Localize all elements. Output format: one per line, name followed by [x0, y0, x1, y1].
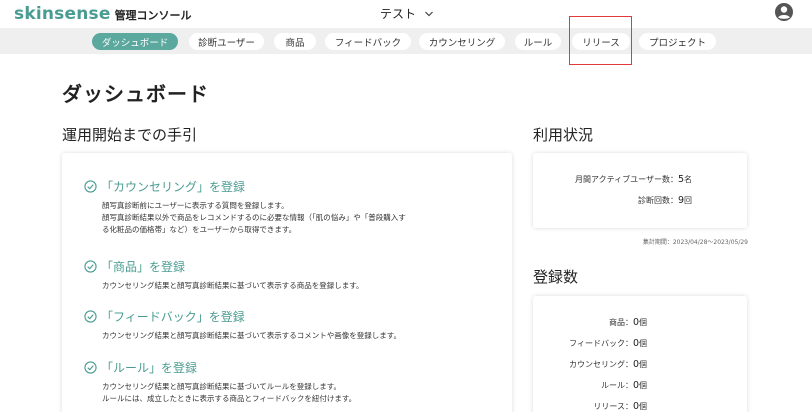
usage-card: 月間アクティブユーザー数： 5 名 診断回数： 9 回 — [533, 153, 747, 228]
guide-step: 「商品」を登録 カウンセリング結果と顔写真診断結果に基づいて表示する商品を登録し… — [84, 258, 502, 292]
registration-unit: 個 — [639, 360, 647, 369]
step-description-line: ルールには、成立したときに表示する商品とフィードバックを紐付けます。 — [102, 394, 357, 403]
step-description-line: カウンセリング結果と顔写真診断結果に基づいてルールを登録します。 — [102, 382, 342, 391]
step-description: 顔写真診断前にユーザーに表示する質問を登録します。 顔写真診断結果以外で商品をレ… — [102, 200, 502, 236]
mau-label: 月間アクティブユーザー数： — [574, 175, 678, 184]
step-link[interactable]: 「商品」を登録 — [84, 258, 502, 275]
step-title[interactable]: 「フィードバック」を登録 — [101, 308, 245, 325]
step-description-line: る化粧品の価格帯」など）をユーザーから取得できます。 — [102, 225, 297, 234]
registration-label: 商品： — [608, 318, 633, 327]
registration-unit: 個 — [639, 318, 647, 327]
registrations-card: 商品： 0 個 フィードバック： 0 個 カウンセリング： 0 個 ルール： 0… — [533, 296, 747, 412]
registration-unit: 個 — [639, 339, 647, 348]
step-link[interactable]: 「フィードバック」を登録 — [84, 308, 502, 325]
step-link[interactable]: 「ルール」を登録 — [84, 359, 502, 376]
guide-heading: 運用開始までの手引 — [62, 126, 198, 144]
registration-label: リリース： — [593, 402, 633, 411]
registration-unit: 個 — [639, 381, 647, 390]
mau-unit: 名 — [684, 175, 692, 184]
check-circle-icon — [84, 310, 97, 323]
tab-counseling[interactable]: カウンセリング — [419, 33, 505, 50]
tab-rules[interactable]: ルール — [515, 33, 561, 50]
tab-products[interactable]: 商品 — [274, 33, 316, 50]
step-title[interactable]: 「カウンセリング」を登録 — [101, 178, 245, 195]
registration-row: ルール： 0 個 — [601, 380, 647, 391]
check-circle-icon — [84, 180, 97, 193]
registration-row: 商品： 0 個 — [609, 317, 647, 328]
registration-row: フィードバック： 0 個 — [569, 338, 647, 349]
annotation-highlight-box — [569, 16, 632, 65]
chevron-down-icon[interactable] — [424, 9, 434, 19]
registration-row: カウンセリング： 0 個 — [569, 359, 647, 370]
aggregation-period: 集計期間：2023/04/28〜2023/05/29 — [642, 239, 748, 246]
tab-dashboard[interactable]: ダッシュボード — [92, 33, 178, 50]
registrations-heading: 登録数 — [533, 268, 579, 286]
check-circle-icon — [84, 361, 97, 374]
step-description: カウンセリング結果と顔写真診断結果に基づいて表示する商品を登録します。 — [102, 280, 502, 292]
registration-row: リリース： 0 個 — [593, 401, 647, 412]
brand[interactable]: skinsense 管理コンソール — [14, 4, 192, 24]
registration-label: フィードバック： — [569, 339, 633, 348]
tab-diagnosis-users[interactable]: 診断ユーザー — [189, 33, 264, 50]
step-title[interactable]: 「ルール」を登録 — [101, 359, 197, 376]
registration-unit: 個 — [639, 402, 647, 411]
usage-heading: 利用状況 — [533, 126, 594, 144]
step-description-line: 顔写真診断前にユーザーに表示する質問を登録します。 — [102, 201, 289, 210]
user-account-icon[interactable] — [774, 2, 794, 22]
step-description-line: カウンセリング結果と顔写真診断結果に基づいて表示するコメントや画像を登録します。 — [102, 331, 402, 340]
nav-bar: ダッシュボード 診断ユーザー 商品 フィードバック カウンセリング ルール リリ… — [0, 28, 812, 54]
diagnosis-count-unit: 回 — [684, 196, 692, 205]
step-description: カウンセリング結果と顔写真診断結果に基づいて表示するコメントや画像を登録します。 — [102, 330, 502, 342]
guide-step: 「フィードバック」を登録 カウンセリング結果と顔写真診断結果に基づいて表示するコ… — [84, 308, 502, 342]
mau-row: 月間アクティブユーザー数： 5 名 — [575, 174, 692, 185]
project-selector[interactable]: テスト — [380, 5, 434, 22]
diagnosis-count-row: 診断回数： 9 回 — [638, 195, 692, 206]
step-description-line: カウンセリング結果と顔写真診断結果に基づいて表示する商品を登録します。 — [102, 281, 364, 290]
tab-projects[interactable]: プロジェクト — [639, 33, 716, 50]
step-description-line: 顔写真診断結果以外で商品をレコメンドするのに必要な情報（「肌の悩み」や「普段購入… — [102, 213, 406, 222]
step-title[interactable]: 「商品」を登録 — [101, 258, 185, 275]
step-link[interactable]: 「カウンセリング」を登録 — [84, 178, 502, 195]
step-description: カウンセリング結果と顔写真診断結果に基づいてルールを登録します。 ルールには、成… — [102, 381, 502, 405]
guide-card: 「カウンセリング」を登録 顔写真診断前にユーザーに表示する質問を登録します。 顔… — [62, 153, 512, 412]
brand-subtitle: 管理コンソール — [114, 9, 192, 22]
guide-step: 「ルール」を登録 カウンセリング結果と顔写真診断結果に基づいてルールを登録します… — [84, 359, 502, 405]
page-title: ダッシュボード — [62, 82, 209, 106]
app-header: skinsense 管理コンソール テスト — [0, 0, 812, 28]
registration-label: ルール： — [600, 381, 633, 390]
project-name[interactable]: テスト — [380, 5, 416, 22]
tab-feedback[interactable]: フィードバック — [325, 33, 411, 50]
brand-logo[interactable]: skinsense — [14, 4, 111, 24]
check-circle-icon — [84, 260, 97, 273]
guide-step: 「カウンセリング」を登録 顔写真診断前にユーザーに表示する質問を登録します。 顔… — [84, 178, 502, 236]
registration-label: カウンセリング： — [568, 360, 633, 369]
diagnosis-count-label: 診断回数： — [637, 196, 678, 205]
